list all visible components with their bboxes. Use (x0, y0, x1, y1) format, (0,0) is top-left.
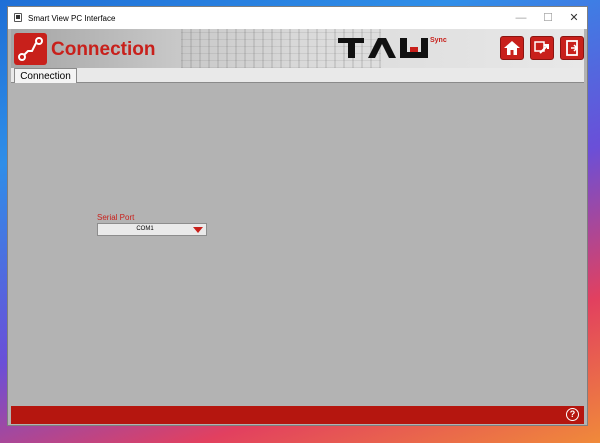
title-bar: Smart View PC Interface — ☐ ✕ (8, 7, 587, 29)
switch-button[interactable] (530, 36, 554, 60)
close-button[interactable]: ✕ (561, 10, 587, 26)
app-header: Connection Sync (11, 29, 584, 68)
exit-door-icon (566, 40, 579, 56)
exit-button[interactable] (560, 36, 584, 60)
page-title: Connection (51, 39, 156, 60)
connection-panel: Serial Port COM1 (11, 83, 584, 401)
minimize-button[interactable]: — (508, 10, 534, 26)
dropdown-arrow-icon (193, 227, 203, 233)
logo-suffix: Sync (430, 37, 447, 44)
serial-port-select[interactable]: COM1 (97, 223, 207, 236)
help-icon[interactable]: ? (566, 408, 579, 421)
home-icon (504, 41, 520, 55)
tab-connection[interactable]: Connection (14, 68, 77, 84)
tab-strip: Connection (11, 68, 584, 84)
serial-port-value: COM1 (136, 226, 154, 232)
home-button[interactable] (500, 36, 524, 60)
serial-port-label: Serial Port (97, 213, 135, 222)
app-icon (14, 13, 22, 22)
maximize-button[interactable]: ☐ (535, 10, 561, 26)
status-footer: ? (11, 406, 584, 424)
tau-logo (338, 38, 428, 58)
connection-icon (14, 33, 47, 65)
swap-icon (534, 41, 549, 54)
window-title: Smart View PC Interface (28, 14, 116, 23)
app-window: Smart View PC Interface — ☐ ✕ Connection (7, 6, 588, 426)
